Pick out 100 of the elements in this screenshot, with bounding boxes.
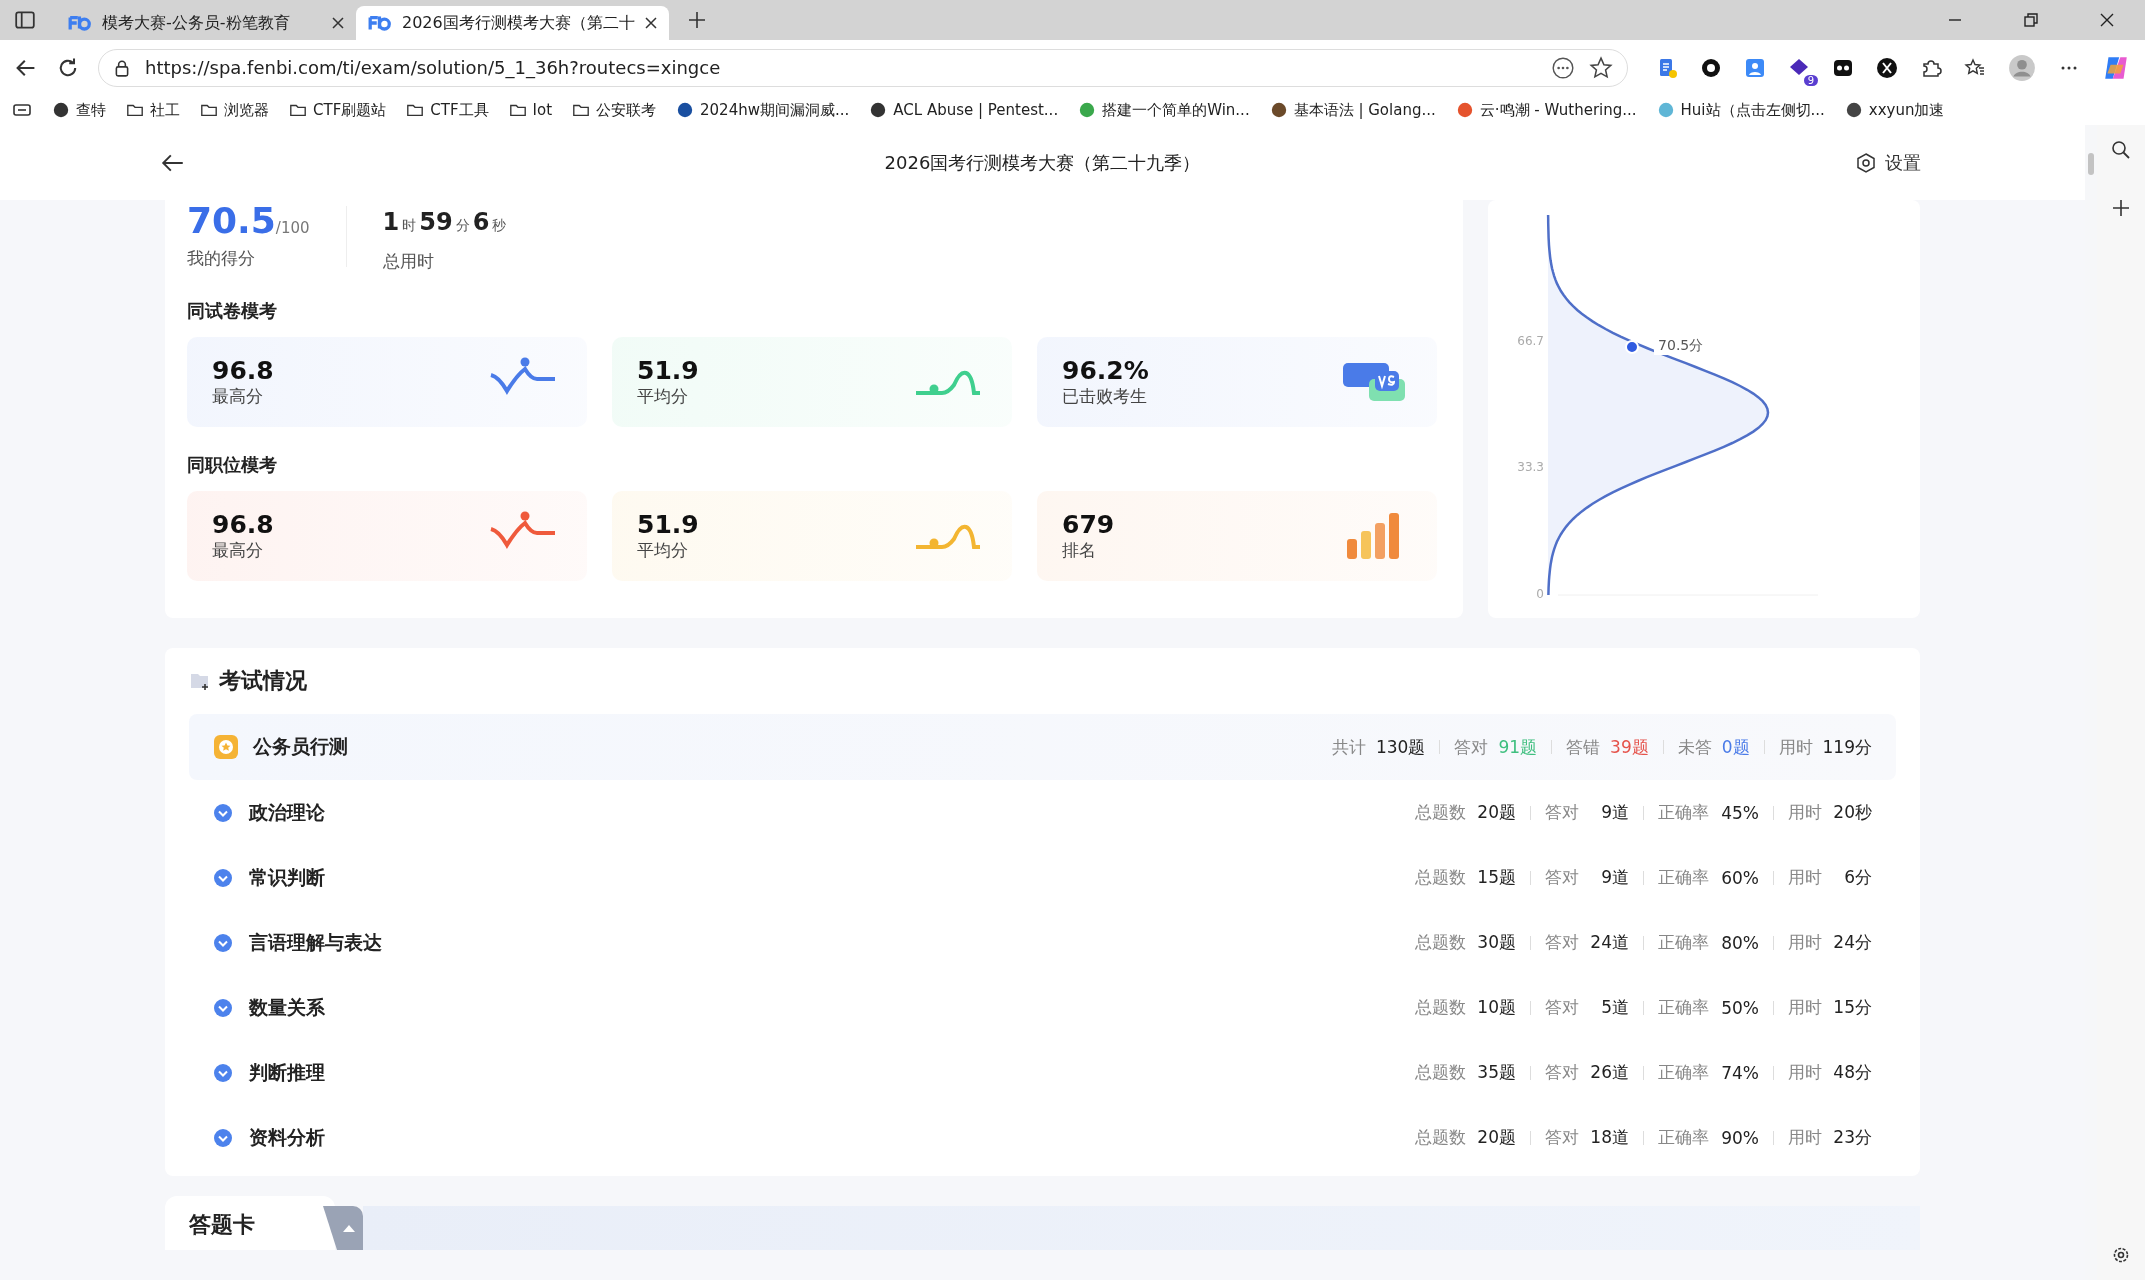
stat-value: 9道: [1600, 801, 1629, 824]
person-icon[interactable]: [1744, 56, 1766, 79]
stat-value: 20题: [1476, 1126, 1516, 1149]
section-name: 常识判断: [249, 864, 325, 890]
stat-label: 用时: [1788, 996, 1822, 1019]
stat-label: 答对: [1545, 866, 1579, 889]
stat-label: 用时: [1788, 801, 1822, 824]
tab-actions-icon[interactable]: [14, 9, 36, 31]
close-tab-icon[interactable]: [332, 17, 344, 29]
answer-card-tab[interactable]: 答题卡: [165, 1196, 335, 1250]
time-label: 总用时: [382, 250, 435, 273]
scrollbar-thumb[interactable]: [2088, 153, 2094, 175]
chevron-down-icon[interactable]: [213, 997, 233, 1018]
stat-value: 15题: [1476, 866, 1516, 889]
score-label: 我的得分: [187, 247, 256, 270]
stat-value: 51.9: [637, 356, 700, 385]
stat-value: 30题: [1476, 931, 1516, 954]
stat-value: 50%: [1720, 997, 1759, 1018]
ring-icon[interactable]: [1700, 56, 1722, 79]
stat-label: 答对: [1545, 801, 1579, 824]
stat-label: 总题数: [1415, 931, 1466, 954]
stat-value: 60%: [1720, 867, 1759, 888]
subject-name: 公务员行测: [253, 734, 348, 759]
stat-label: 总题数: [1415, 1126, 1466, 1149]
bookmark[interactable]: 浏览器: [200, 100, 269, 120]
logo-icon: [368, 14, 392, 32]
stat-value: 15分: [1832, 996, 1872, 1019]
stat-label: 最高分: [212, 385, 264, 408]
bookmark[interactable]: 2024hw期间漏洞威...: [676, 100, 850, 120]
lock-icon[interactable]: [113, 58, 131, 77]
bookmark[interactable]: xxyun加速: [1844, 100, 1945, 120]
stat-value: 9道: [1600, 866, 1629, 889]
star-badge-icon: [213, 734, 239, 760]
new-tab-icon[interactable]: [686, 10, 707, 30]
bookmark[interactable]: 搭建一个简单的Win...: [1078, 100, 1250, 120]
axis-tick-label: 0: [1535, 587, 1544, 601]
bookmark[interactable]: 公安联考: [572, 100, 656, 120]
stat-label: 平均分: [637, 539, 689, 562]
chevron-down-icon[interactable]: [213, 932, 233, 953]
section-title: 考试情况: [219, 667, 307, 695]
stat-label: 总题数: [1415, 996, 1466, 1019]
stat-value: 74%: [1720, 1062, 1759, 1083]
browser-tab[interactable]: 模考大赛-公务员-粉笔教育: [56, 6, 356, 40]
score-total: /100: [275, 219, 310, 237]
bookmark[interactable]: CTF工具: [406, 100, 489, 120]
avatar-icon[interactable]: [2008, 53, 2036, 82]
url-text[interactable]: https://spa.fenbi.com/ti/exam/solution/5_1_36h?routecs=xingce: [145, 57, 721, 78]
bookmark[interactable]: Hui站（点击左侧切...: [1656, 100, 1825, 120]
stat-label: 共计: [1332, 735, 1366, 759]
stat-label: 平均分: [637, 385, 689, 408]
address-bar[interactable]: https://spa.fenbi.com/ti/exam/solution/5_1_36h?routecs=xingce: [98, 48, 1628, 87]
bookmark[interactable]: 社工: [126, 100, 180, 120]
stat-label: 用时: [1788, 866, 1822, 889]
bookmark[interactable]: 查特: [52, 100, 106, 120]
x-logo-icon[interactable]: [1876, 56, 1898, 79]
bookmark[interactable]: Iot: [508, 101, 552, 119]
stat-label: 总题数: [1415, 801, 1466, 824]
time-value: 6: [472, 208, 490, 236]
bookmark[interactable]: ACL Abuse | Pentest...: [869, 101, 1059, 119]
stat-value: 80%: [1720, 932, 1759, 953]
stat-label: 已击败考生: [1062, 385, 1148, 408]
stat-value: 90%: [1720, 1127, 1759, 1148]
stat-value: 6分: [1843, 866, 1872, 889]
stat-value: 96.8: [212, 356, 275, 385]
stat-value: 119分: [1822, 735, 1872, 759]
stat-label: 用时: [1778, 735, 1813, 759]
site-icon: [1656, 101, 1675, 119]
settings-icon: [1855, 151, 1877, 174]
logo-icon: [68, 14, 92, 32]
time-unit: 秒: [492, 217, 507, 235]
site-icon: [1844, 101, 1863, 119]
chevron-down-icon[interactable]: [213, 867, 233, 888]
add-icon[interactable]: [2110, 197, 2132, 219]
section-name: 言语理解与表达: [249, 929, 382, 955]
stat-value: 51.9: [637, 510, 700, 539]
site-icon: [1455, 101, 1474, 119]
restore-icon[interactable]: [2021, 10, 2041, 30]
stat-label: 答对: [1545, 1126, 1579, 1149]
site-icon: [1269, 101, 1288, 119]
close-tab-icon[interactable]: [644, 17, 657, 29]
chevron-down-icon[interactable]: [213, 1127, 233, 1148]
stat-label: 正确率: [1658, 801, 1709, 824]
bookmark[interactable]: 云·鸣潮 - Wuthering...: [1455, 100, 1637, 120]
more-icon[interactable]: [1551, 55, 1575, 80]
browser-tab[interactable]: 2026国考行测模考大赛（第二十: [356, 6, 669, 40]
stat-value: 48分: [1832, 1061, 1872, 1084]
page-title: 2026国考行测模考大赛（第二十九季）: [884, 150, 1201, 175]
chevron-down-icon[interactable]: [213, 802, 233, 823]
search-icon[interactable]: [2110, 139, 2132, 161]
star-icon[interactable]: [1589, 55, 1613, 80]
stat-label: 正确率: [1658, 931, 1709, 954]
bookmark[interactable]: 基本语法 | Golang...: [1269, 100, 1436, 120]
chevron-down-icon[interactable]: [213, 1062, 233, 1083]
bookmark[interactable]: CTF刷题站: [289, 100, 387, 120]
time-value: 1: [382, 208, 400, 236]
stat-value: 24分: [1832, 931, 1872, 954]
stat-label: 未答: [1677, 735, 1712, 759]
extension-badge: 9: [1803, 74, 1818, 86]
settings-button[interactable]: 设置: [1851, 146, 1925, 179]
stat-value: 0题: [1721, 735, 1750, 759]
